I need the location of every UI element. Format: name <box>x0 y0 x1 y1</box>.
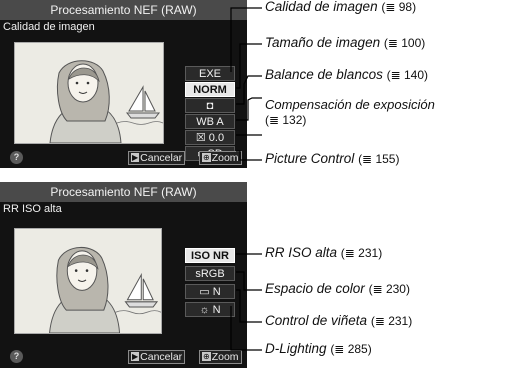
callout-vignette-control: Control de viñeta (≣ 231) <box>265 313 413 328</box>
callout-exposure-compensation: Compensación de exposición (≣ 132) <box>265 97 435 127</box>
callout-white-balance: Balance de blancos (≣ 140) <box>265 67 429 82</box>
callout-color-space: Espacio de color (≣ 230) <box>265 281 410 296</box>
callout-picture-control: Picture Control (≣ 155) <box>265 151 400 166</box>
callout-d-lighting: D-Lighting (≣ 285) <box>265 341 372 356</box>
callout-image-quality: Calidad de imagen (≣ 98) <box>265 0 417 14</box>
callout-image-size: Tamaño de imagen (≣ 100) <box>265 35 426 50</box>
callout-high-iso-nr: RR ISO alta (≣ 231) <box>265 245 383 260</box>
callout-leader-lines <box>230 7 262 351</box>
